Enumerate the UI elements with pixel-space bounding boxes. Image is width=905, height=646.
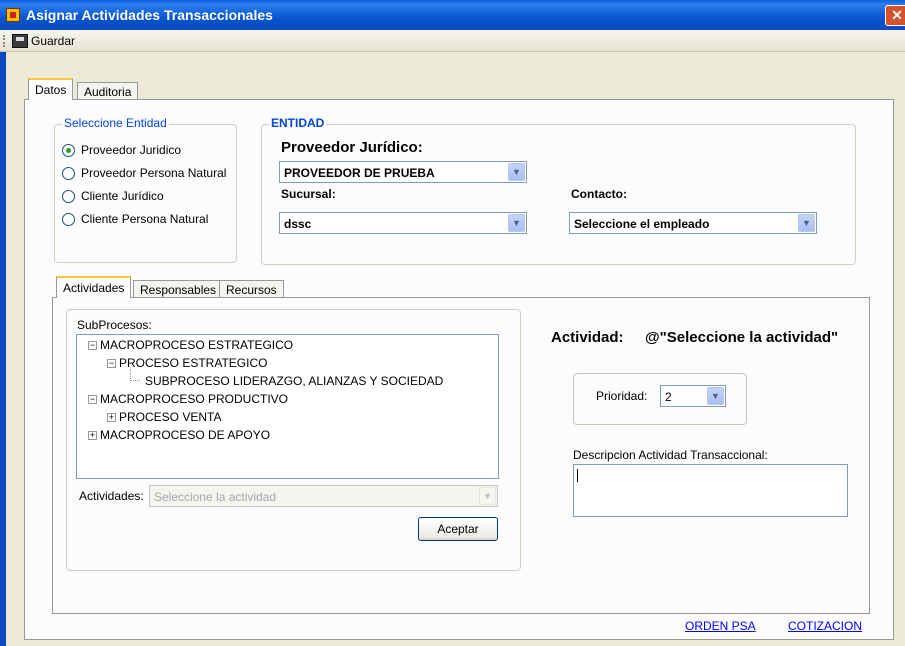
title-bar: Asignar Actividades Transaccionales ✕ [0,0,905,30]
descripcion-textarea[interactable] [573,464,848,517]
radio-proveedor-juridico[interactable]: Proveedor Juridico [62,143,181,157]
proveedor-select[interactable]: PROVEEDOR DE PRUEBA ▼ [279,161,527,183]
radio-label: Proveedor Persona Natural [81,166,227,180]
tree-node[interactable]: + PROCESO VENTA [107,410,221,424]
proveedor-value: PROVEEDOR DE PRUEBA [284,166,435,180]
radio-dot-icon [62,212,75,226]
descripcion-label: Descripcion Actividad Transaccional: [573,448,768,462]
tree-node[interactable]: SUBPROCESO LIDERAZGO, ALIANZAS Y SOCIEDA… [145,374,443,388]
contacto-value: Seleccione el empleado [574,217,710,231]
toolbar-grip-icon[interactable] [3,35,5,47]
chevron-down-icon[interactable]: ▼ [508,163,525,181]
actividades-value: Seleccione la actividad [154,490,277,504]
tree-node[interactable]: + MACROPROCESO DE APOYO [88,428,270,442]
window-frame-left [0,30,6,646]
expand-icon[interactable]: + [88,430,97,440]
radio-label: Proveedor Juridico [81,143,182,157]
entidad-legend: ENTIDAD [269,116,327,130]
subprocesos-tree[interactable]: − MACROPROCESO ESTRATEGICO − PROCESO EST… [76,334,499,479]
tab-actividades[interactable]: Actividades [56,276,132,298]
sucursal-value: dssc [284,217,312,231]
collapse-icon[interactable]: − [88,394,97,404]
radio-dot-icon [62,143,75,157]
tree-node-label: MACROPROCESO PRODUCTIVO [100,392,289,406]
tree-node[interactable]: − MACROPROCESO ESTRATEGICO [88,338,293,352]
window-title: Asignar Actividades Transaccionales [26,7,273,23]
chevron-down-icon[interactable]: ▼ [508,214,525,232]
tab-auditoria[interactable]: Auditoria [77,82,139,100]
aceptar-button[interactable]: Aceptar [418,517,498,541]
close-button[interactable]: ✕ [885,5,905,26]
actividad-value: @"Seleccione la actividad" [645,329,839,346]
radio-cliente-juridico[interactable]: Cliente Jurídico [62,189,164,203]
radio-proveedor-persona-natural[interactable]: Proveedor Persona Natural [62,166,226,180]
prioridad-select[interactable]: 2 ▼ [660,385,726,407]
collapse-icon[interactable]: − [107,358,116,368]
tree-node-label: PROCESO VENTA [119,410,222,424]
collapse-icon[interactable]: − [88,340,97,350]
save-button[interactable]: Guardar [9,32,78,50]
entity-selector-legend: Seleccione Entidad [62,116,169,130]
text-caret [577,469,578,482]
radio-dot-icon [62,166,75,180]
prioridad-value: 2 [665,390,672,404]
orden-psa-link[interactable]: ORDEN PSA [685,619,756,633]
tree-node-label: MACROPROCESO DE APOYO [100,428,271,442]
tree-node-label: SUBPROCESO LIDERAZGO, ALIANZAS Y SOCIEDA… [145,374,444,388]
sucursal-label: Sucursal: [281,187,336,201]
actividad-label: Actividad: [551,329,624,346]
expand-icon[interactable]: + [107,412,116,422]
radio-dot-icon [62,189,75,203]
sucursal-select[interactable]: dssc ▼ [279,212,527,234]
tree-node-label: PROCESO ESTRATEGICO [119,356,268,370]
actividades-select[interactable]: Seleccione la actividad ▼ [149,485,498,507]
toolbar: Guardar [0,30,905,52]
save-label: Guardar [31,34,76,48]
tree-node[interactable]: − MACROPROCESO PRODUCTIVO [88,392,288,406]
chevron-down-icon[interactable]: ▼ [798,214,815,232]
radio-label: Cliente Jurídico [81,189,164,203]
contacto-select[interactable]: Seleccione el empleado ▼ [569,212,817,234]
app-icon [6,8,20,22]
prioridad-label: Prioridad: [596,389,648,403]
radio-label: Cliente Persona Natural [81,212,209,226]
tree-line [130,380,140,381]
chevron-down-icon[interactable]: ▼ [707,387,724,405]
tab-responsables[interactable]: Responsables [133,280,224,298]
proveedor-label: Proveedor Jurídico: [281,139,423,156]
tab-datos[interactable]: Datos [28,78,74,100]
cotizacion-link[interactable]: COTIZACION [788,619,862,633]
tree-node-label: MACROPROCESO ESTRATEGICO [100,338,294,352]
tab-recursos[interactable]: Recursos [219,280,284,298]
actividades-label: Actividades: [79,489,144,503]
radio-cliente-persona-natural[interactable]: Cliente Persona Natural [62,212,208,226]
contacto-label: Contacto: [571,187,627,201]
chevron-down-icon[interactable]: ▼ [479,487,496,505]
subprocesos-label: SubProcesos: [77,318,152,332]
tree-node[interactable]: − PROCESO ESTRATEGICO [107,356,267,370]
save-icon [12,34,28,48]
